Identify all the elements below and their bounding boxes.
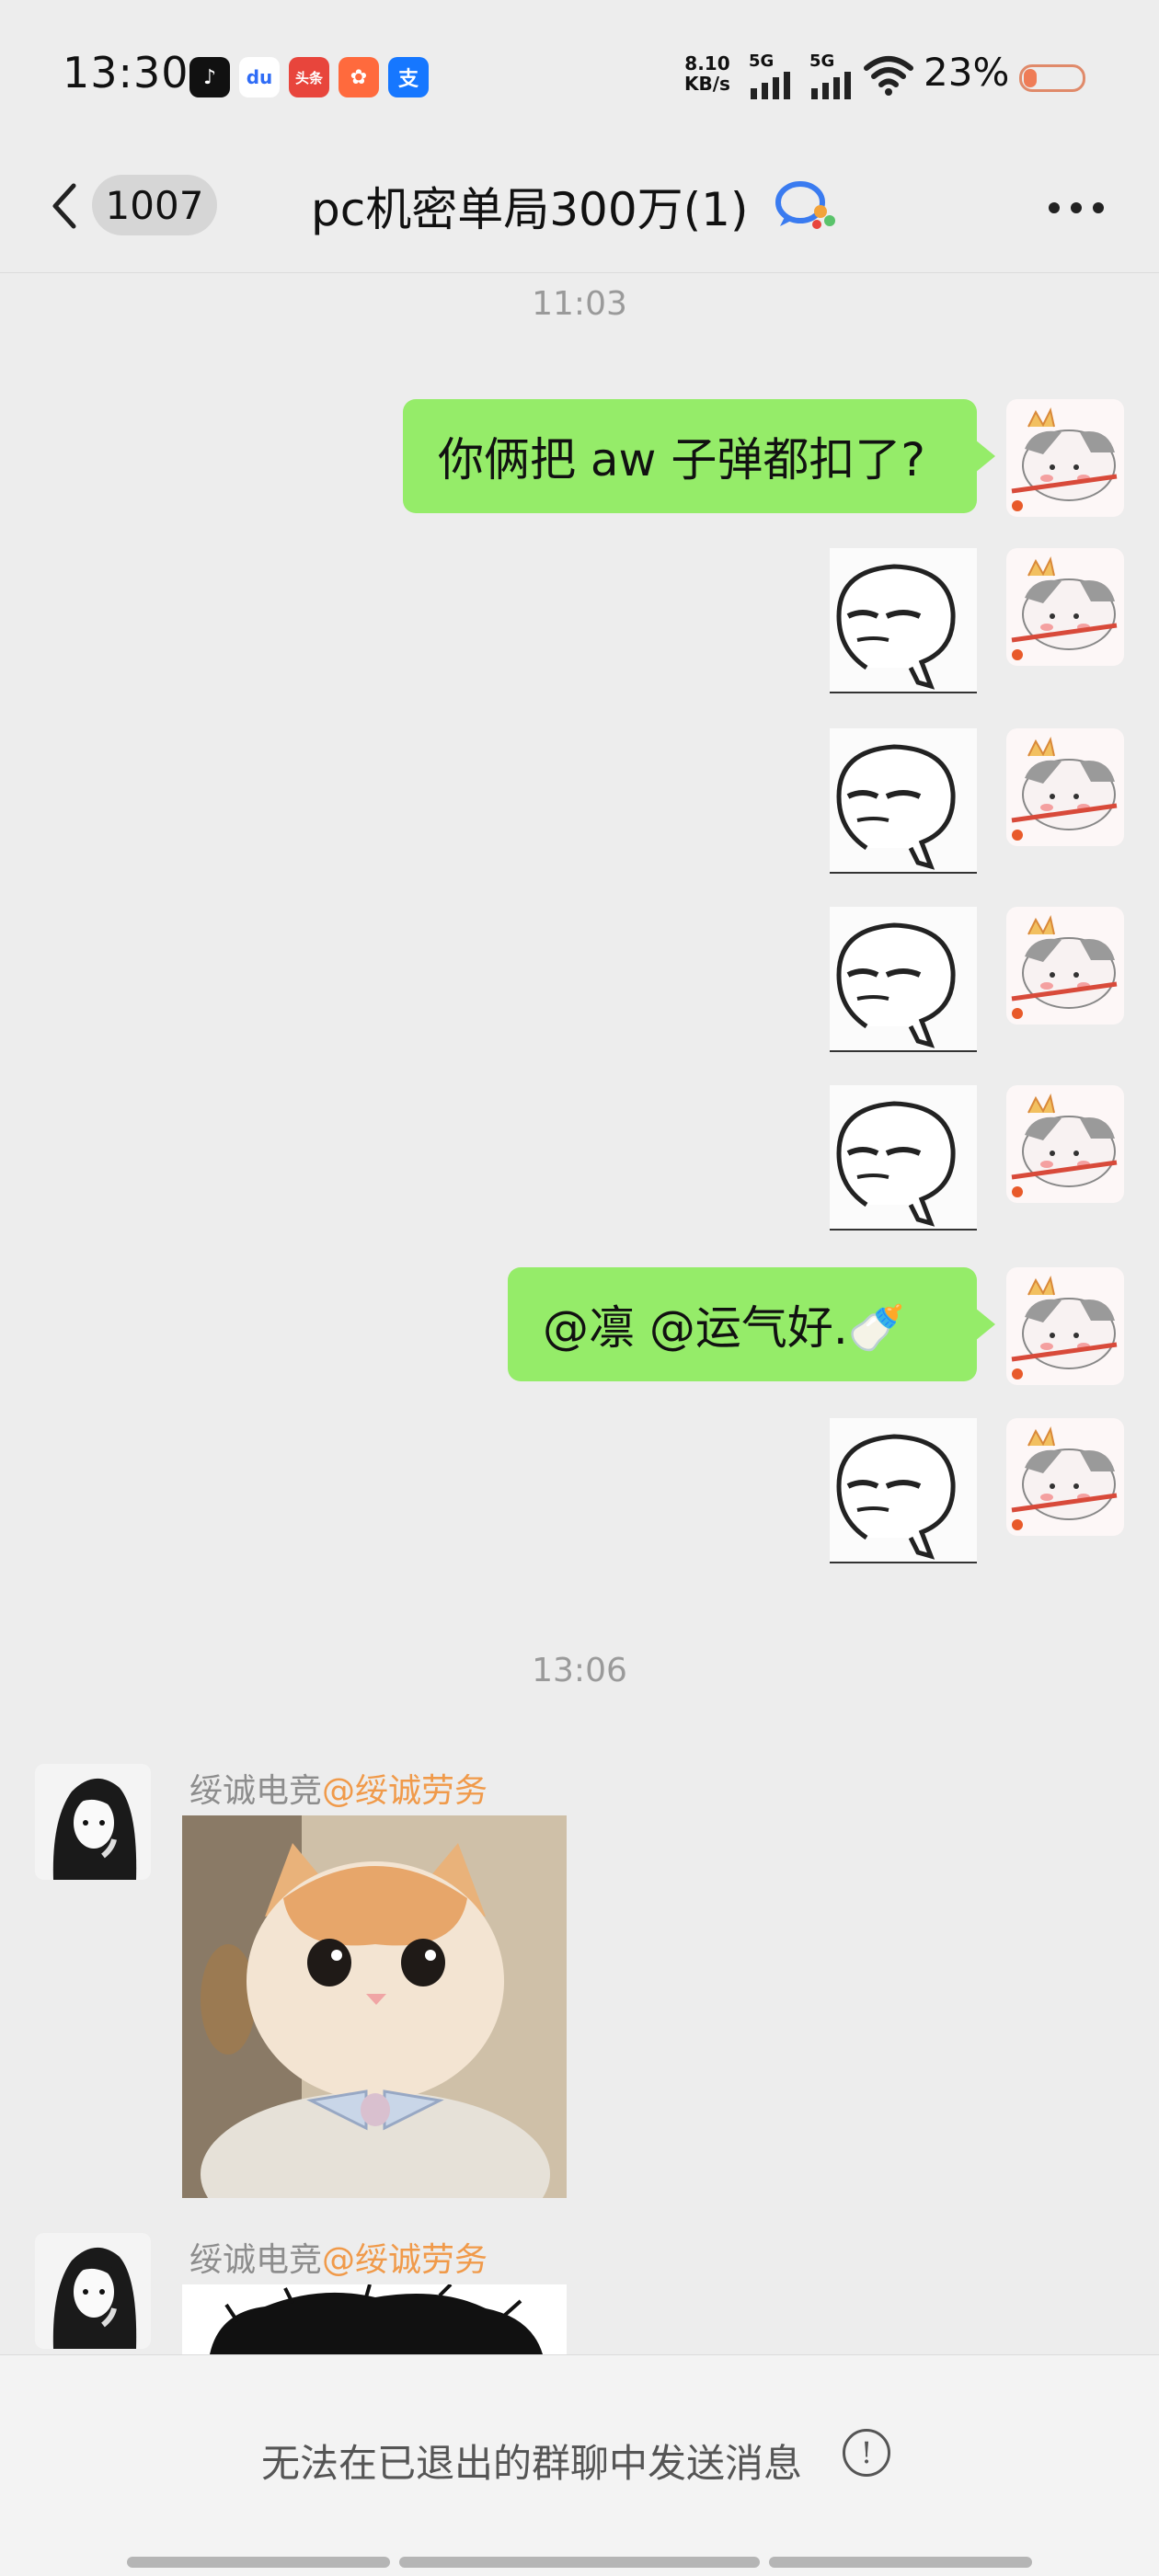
avatar-self[interactable] — [1006, 548, 1124, 666]
sticker-message[interactable] — [830, 1085, 977, 1231]
group-chat-icon[interactable] — [773, 177, 839, 235]
meme-face-sticker-icon — [830, 1101, 977, 1231]
kuaishou-icon: ✿ — [339, 57, 379, 97]
meme-face-sticker-icon — [830, 922, 977, 1052]
meme-face-sticker-icon — [830, 564, 977, 693]
message-bubble-outgoing[interactable]: 你俩把 aw 子弹都扣了? — [403, 399, 995, 513]
sender-name: 绥诚电竞@绥诚劳务 — [189, 1764, 488, 1812]
avatar-self[interactable] — [1006, 1418, 1124, 1536]
sticker-message[interactable] — [830, 907, 977, 1052]
chat-footer: 无法在已退出的群聊中发送消息 ! — [0, 2354, 1159, 2576]
nav-gesture-bar[interactable] — [399, 2557, 760, 2568]
network-speed-unit: KB/s — [684, 73, 730, 95]
avatar-self[interactable] — [1006, 399, 1124, 517]
notification-app-icons: ♪ du 头条 ✿ 支 — [189, 57, 429, 97]
status-time: 13:30 — [63, 48, 189, 97]
cat-avatar-icon — [1011, 556, 1118, 660]
signal-label-1: 5G — [749, 52, 775, 71]
sender-name: 绥诚电竞@绥诚劳务 — [189, 2233, 488, 2281]
avatar-self[interactable] — [1006, 1085, 1124, 1203]
network-speed: 8.10 KB/s — [684, 53, 730, 94]
sender-name-text: 绥诚电竞 — [189, 2241, 323, 2279]
douyin-icon: ♪ — [189, 57, 230, 97]
chat-title: pc机密单局300万(1) — [311, 183, 749, 236]
alipay-icon: 支 — [388, 57, 429, 97]
sticker-message[interactable] — [830, 728, 977, 874]
cat-avatar-icon — [1011, 1093, 1118, 1197]
chat-header: 1007 pc机密单局300万(1) — [0, 138, 1159, 273]
signal-label-2: 5G — [809, 52, 835, 71]
signal-5g-icon-2: 5G — [809, 53, 857, 105]
message-timestamp: 13:06 — [532, 1652, 627, 1689]
avatar-sender[interactable] — [35, 2233, 151, 2349]
anime-avatar-icon — [35, 1764, 151, 1880]
nav-gesture-bar[interactable] — [127, 2557, 390, 2568]
avatar-self[interactable] — [1006, 907, 1124, 1025]
image-message[interactable] — [182, 1815, 567, 2198]
toutiao-icon: 头条 — [289, 57, 329, 97]
meme-face-sticker-icon — [830, 1434, 977, 1563]
info-icon[interactable]: ! — [843, 2429, 890, 2477]
message-bubble-outgoing[interactable]: @凛 @运气好.🍼 — [508, 1267, 995, 1381]
more-options-icon[interactable] — [1049, 202, 1104, 215]
battery-level-fill — [1024, 69, 1037, 87]
unread-count-badge[interactable]: 1007 — [92, 175, 217, 235]
cat-avatar-icon — [1011, 1426, 1118, 1530]
image-message[interactable] — [182, 2284, 567, 2354]
wifi-icon — [864, 56, 913, 96]
back-arrow-icon[interactable] — [44, 178, 90, 234]
meme-face-sticker-icon — [830, 744, 977, 874]
avatar-self[interactable] — [1006, 1267, 1124, 1385]
battery-icon — [1019, 64, 1085, 92]
avatar-sender[interactable] — [35, 1764, 151, 1880]
cat-avatar-icon — [1011, 737, 1118, 841]
sender-group-tag: @绥诚劳务 — [322, 1772, 488, 1810]
kitten-photo-icon — [182, 1815, 567, 2198]
avatar-self[interactable] — [1006, 728, 1124, 846]
nav-gesture-bar[interactable] — [769, 2557, 1032, 2568]
battery-percent: 23% — [924, 50, 1010, 95]
signal-5g-icon-1: 5G — [749, 53, 797, 105]
baidu-icon: du — [239, 57, 280, 97]
cat-avatar-icon — [1011, 407, 1118, 511]
hair-photo-icon — [182, 2284, 567, 2354]
exited-group-notice: 无法在已退出的群聊中发送消息 — [261, 2441, 803, 2486]
sticker-message[interactable] — [830, 548, 977, 693]
sender-group-tag: @绥诚劳务 — [322, 2241, 488, 2279]
cat-avatar-icon — [1011, 1276, 1118, 1380]
sender-name-text: 绥诚电竞 — [189, 1772, 323, 1810]
cat-avatar-icon — [1011, 915, 1118, 1019]
network-speed-value: 8.10 — [684, 52, 730, 74]
anime-avatar-icon — [35, 2233, 151, 2349]
sticker-message[interactable] — [830, 1418, 977, 1563]
status-bar: 13:30 ♪ du 头条 ✿ 支 8.10 KB/s 5G 5G 23% — [0, 0, 1159, 138]
message-timestamp: 11:03 — [532, 285, 627, 323]
